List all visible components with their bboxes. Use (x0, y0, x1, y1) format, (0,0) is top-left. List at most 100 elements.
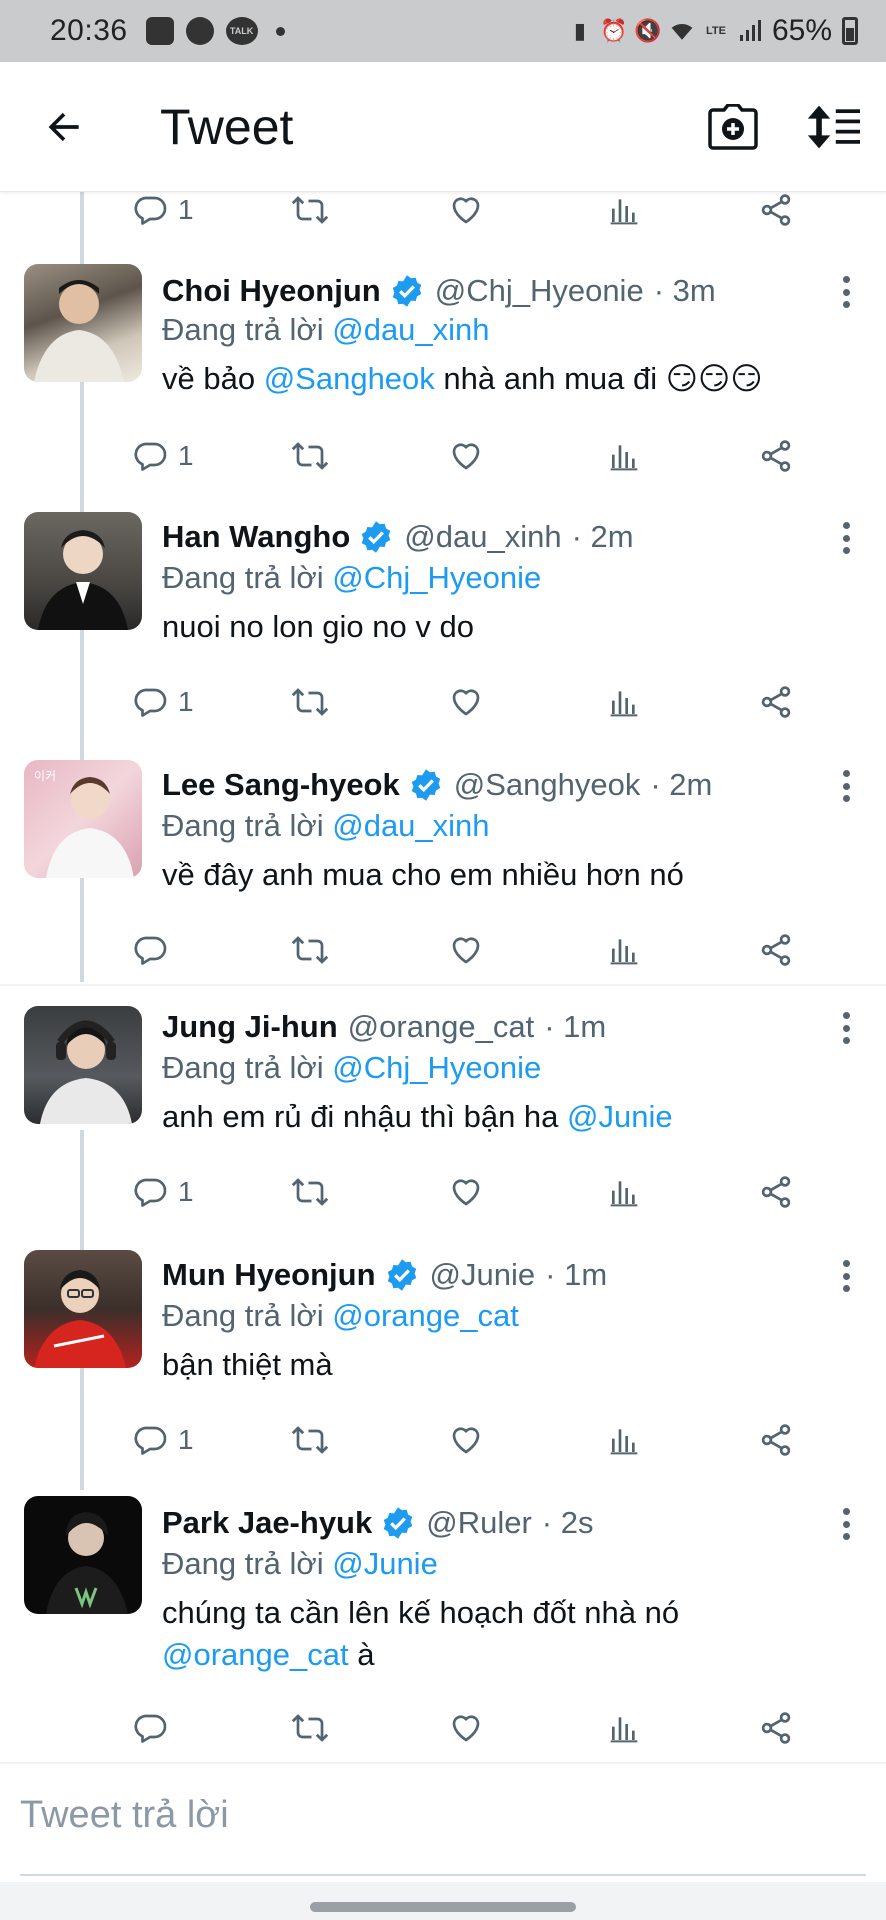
more-options-button[interactable] (840, 766, 852, 806)
share-button[interactable] (758, 930, 794, 970)
views-button[interactable] (608, 930, 640, 970)
retweet-button[interactable] (290, 436, 330, 476)
reply-button[interactable]: 1 (132, 1420, 194, 1460)
dot-icon (275, 26, 285, 36)
display-name[interactable]: Choi Hyeonjun (162, 273, 381, 309)
reply-button[interactable] (132, 930, 168, 970)
home-indicator[interactable] (310, 1902, 576, 1912)
avatar[interactable]: 이커 (24, 760, 142, 878)
avatar[interactable] (24, 1006, 142, 1124)
like-button[interactable] (448, 1708, 484, 1748)
display-name[interactable]: Jung Ji-hun (162, 1009, 338, 1045)
avatar[interactable] (24, 1496, 142, 1614)
mention-link[interactable]: @dau_xinh (332, 312, 489, 347)
tweet-text: chúng ta cần lên kế hoạch đốt nhà nó (162, 1595, 680, 1630)
share-button[interactable] (758, 1420, 794, 1460)
avatar[interactable] (24, 1250, 142, 1368)
avatar[interactable] (24, 264, 142, 382)
status-bar: 20:36 TALK ▮ ⏰ 🔇 LTE 65% (0, 0, 886, 62)
like-button[interactable] (448, 436, 484, 476)
mention-link[interactable]: @Junie (332, 1546, 438, 1581)
verified-badge-icon (380, 1505, 416, 1541)
tweet-text-line2: @orange_cat à (162, 1634, 374, 1676)
share-button[interactable] (758, 436, 794, 476)
mention-link[interactable]: @dau_xinh (332, 808, 489, 843)
display-name[interactable]: Mun Hyeonjun (162, 1257, 376, 1293)
mention-link[interactable]: @Chj_Hyeonie (332, 1050, 541, 1085)
views-button[interactable] (608, 1420, 640, 1460)
share-button[interactable] (758, 682, 794, 722)
views-button[interactable] (608, 682, 640, 722)
reply-icon (132, 1710, 168, 1746)
display-name[interactable]: Lee Sang-hyeok (162, 767, 400, 803)
display-name[interactable]: Han Wangho (162, 519, 350, 555)
avatar[interactable] (24, 512, 142, 630)
more-options-button[interactable] (840, 518, 852, 558)
camera-button[interactable] (706, 100, 760, 154)
mention-link[interactable]: @Chj_Hyeonie (332, 560, 541, 595)
mention-link[interactable]: @Junie (567, 1099, 673, 1134)
reply-button[interactable]: 1 (132, 1172, 194, 1212)
reply-input[interactable]: Tweet trả lời (20, 1794, 229, 1837)
messenger-icon (185, 17, 214, 45)
analytics-icon (608, 193, 640, 227)
back-button[interactable] (34, 97, 94, 157)
analytics-icon (608, 1423, 640, 1457)
reply-button[interactable]: 1 (132, 682, 194, 722)
replying-to: Đang trả lời @Chj_Hyeonie (162, 560, 541, 596)
mention-link[interactable]: @orange_cat (332, 1298, 519, 1333)
reply-button[interactable]: 1 (132, 436, 194, 476)
reply-icon (132, 192, 168, 228)
like-button[interactable] (448, 190, 484, 230)
views-button[interactable] (608, 436, 640, 476)
reply-button[interactable]: 1 (132, 190, 194, 230)
retweet-icon (290, 1710, 330, 1746)
retweet-button[interactable] (290, 1708, 330, 1748)
reply-button[interactable] (132, 1708, 168, 1748)
like-button[interactable] (448, 682, 484, 722)
text-segment: anh em rủ đi nhậu thì bận ha (162, 1099, 568, 1134)
tweet-header: Choi Hyeonjun @Chj_Hyeonie · 3m (162, 270, 716, 312)
share-button[interactable] (758, 190, 794, 230)
tweet-header: Han Wangho @dau_xinh · 2m (162, 516, 634, 558)
tweet-text: về bảo @Sangheok nhà anh mua đi 😏😏😏 (162, 358, 763, 400)
views-button[interactable] (608, 1708, 640, 1748)
tweet-actions: 1 (134, 682, 842, 722)
views-button[interactable] (608, 1172, 640, 1212)
tweet-header: Lee Sang-hyeok @Sanghyeok · 2m (162, 764, 712, 806)
replying-to: Đang trả lời @dau_xinh (162, 312, 490, 348)
tweet-header: Jung Ji-hun @orange_cat · 1m (162, 1006, 606, 1048)
heart-icon (448, 192, 484, 228)
like-button[interactable] (448, 930, 484, 970)
reply-icon (132, 1422, 168, 1458)
share-button[interactable] (758, 1172, 794, 1212)
tweet-text: bận thiệt mà (162, 1347, 333, 1382)
retweet-button[interactable] (290, 1172, 330, 1212)
reply-count: 1 (178, 1176, 194, 1207)
handle: @Ruler (426, 1505, 532, 1540)
timestamp: · 3m (653, 273, 716, 308)
page-title: Tweet (160, 98, 294, 155)
system-icons: ▮ ⏰ 🔇 LTE 65% (568, 14, 858, 48)
like-button[interactable] (448, 1172, 484, 1212)
verified-badge-icon (389, 273, 425, 309)
reply-icon (132, 684, 168, 720)
more-options-button[interactable] (840, 1504, 852, 1544)
mention-link[interactable]: @Sangheok (264, 361, 435, 396)
retweet-button[interactable] (290, 190, 330, 230)
more-options-button[interactable] (840, 1008, 852, 1048)
retweet-button[interactable] (290, 930, 330, 970)
retweet-button[interactable] (290, 682, 330, 722)
signal-icon (738, 18, 762, 44)
views-button[interactable] (608, 190, 640, 230)
more-options-button[interactable] (840, 1256, 852, 1296)
tweet-text: nuoi no lon gio no v do (162, 609, 474, 644)
display-name[interactable]: Park Jae-hyuk (162, 1505, 372, 1541)
sort-button[interactable] (806, 100, 860, 154)
mention-link[interactable]: @orange_cat (162, 1637, 349, 1672)
verified-badge-icon (358, 519, 394, 555)
like-button[interactable] (448, 1420, 484, 1460)
more-options-button[interactable] (840, 272, 852, 312)
share-button[interactable] (758, 1708, 794, 1748)
retweet-button[interactable] (290, 1420, 330, 1460)
